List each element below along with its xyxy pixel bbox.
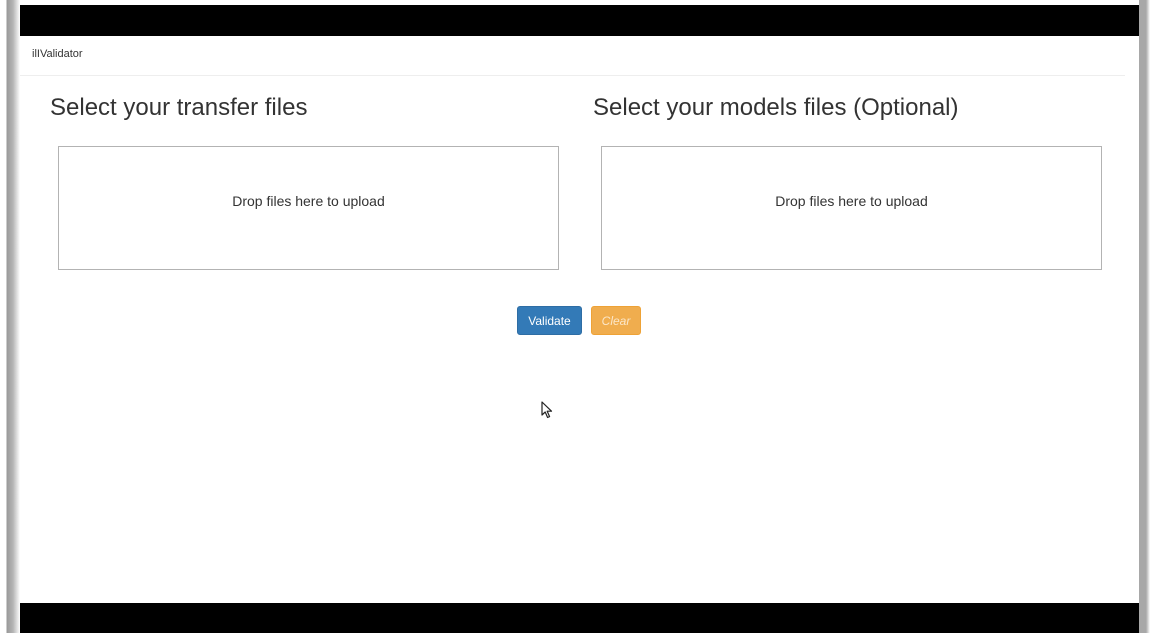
screen-frame: ilIValidator Select your transfer files … — [0, 0, 1150, 633]
navbar-brand-link[interactable]: ilIValidator — [32, 48, 83, 60]
page-content: ilIValidator Select your transfer files … — [20, 36, 1139, 603]
transfer-dropzone-message: Drop files here to upload — [232, 193, 385, 209]
transfer-files-dropzone[interactable]: Drop files here to upload — [58, 146, 559, 270]
models-dropzone-message: Drop files here to upload — [775, 193, 928, 209]
transfer-files-title: Select your transfer files — [50, 94, 308, 121]
top-letterbox-bar — [20, 5, 1139, 36]
models-files-title: Select your models files (Optional) — [593, 94, 959, 121]
models-files-dropzone[interactable]: Drop files here to upload — [601, 146, 1102, 270]
validate-button[interactable]: Validate — [517, 306, 582, 335]
left-window-edge — [0, 0, 20, 633]
bottom-letterbox-bar — [20, 603, 1139, 633]
navbar: ilIValidator — [20, 36, 1125, 76]
right-window-edge — [1139, 0, 1150, 633]
clear-button[interactable]: Clear — [591, 306, 641, 335]
mouse-pointer-icon — [541, 401, 553, 419]
